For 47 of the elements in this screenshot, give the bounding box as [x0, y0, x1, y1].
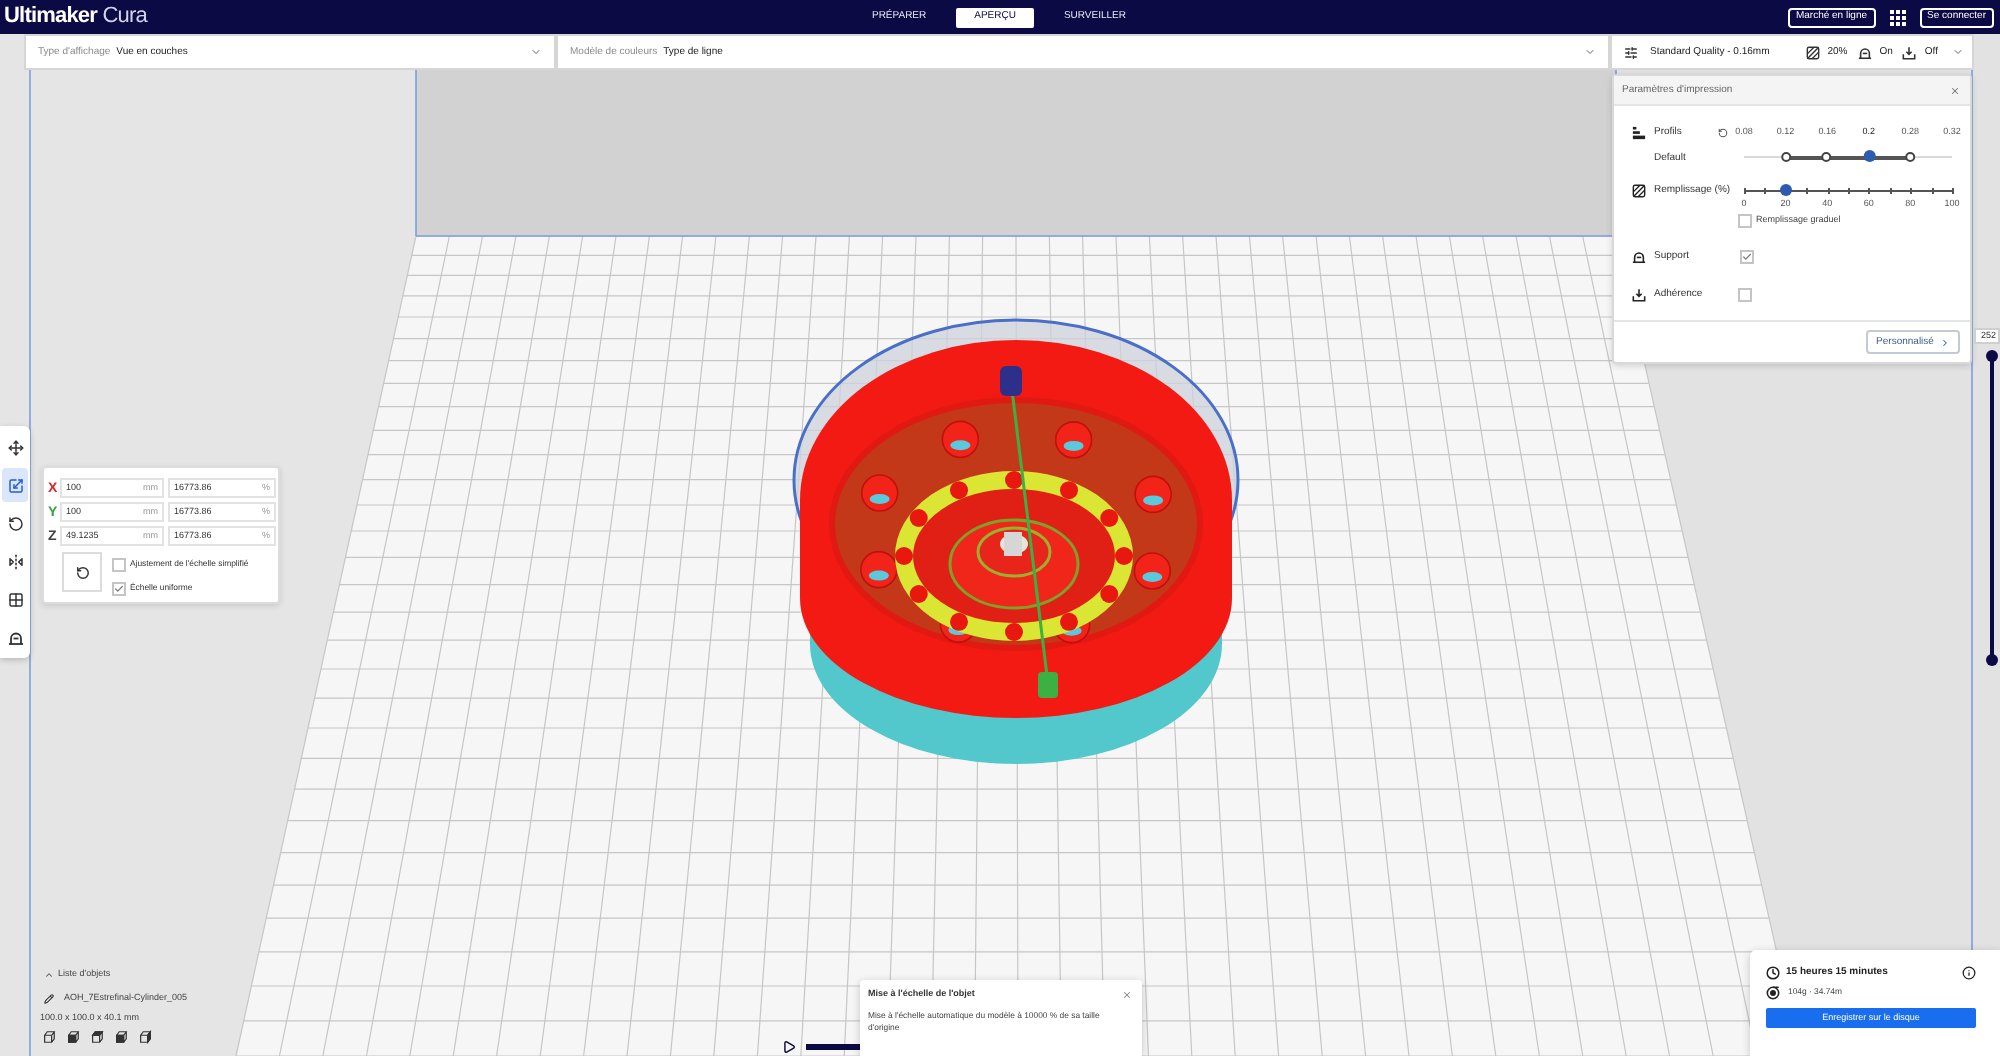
checkbox[interactable]: [1740, 249, 1754, 263]
spool-icon: [1766, 986, 1780, 1000]
app-logo: Ultimaker Cura: [4, 6, 147, 28]
reset-icon[interactable]: [1718, 127, 1728, 137]
move-arrows-icon: [7, 439, 23, 455]
scale-icon: [7, 477, 23, 493]
cube-top-face-icon[interactable]: [90, 1030, 104, 1044]
play-icon[interactable]: [782, 1040, 796, 1054]
clock-icon: [1766, 965, 1780, 979]
mirror-icon: [7, 553, 23, 569]
simulation-slider-track[interactable]: [806, 1044, 860, 1050]
chevron-up-icon[interactable]: [44, 969, 54, 979]
infill-slider-track[interactable]: [1744, 182, 1952, 198]
reset-icon: [75, 565, 89, 579]
grid-icon: [7, 591, 23, 607]
hatched-square-icon: [1632, 183, 1646, 197]
chevron-down-icon: [1584, 46, 1596, 58]
slider-thumb[interactable]: [1779, 184, 1792, 196]
checkbox[interactable]: [112, 558, 126, 572]
checkbox[interactable]: [112, 582, 126, 596]
check-icon: [1742, 251, 1752, 261]
hatched-square-icon: [1805, 45, 1820, 59]
layer-slider-track[interactable]: [1986, 350, 1998, 666]
tray-arrow-icon: [1902, 45, 1917, 59]
rotate-icon: [7, 515, 23, 531]
info-icon[interactable]: [1962, 965, 1976, 979]
chevron-down-icon: [530, 46, 542, 58]
apps-grid-icon[interactable]: [1889, 9, 1906, 25]
bars-icon: [1632, 125, 1646, 139]
cube-right-face-icon[interactable]: [138, 1030, 152, 1044]
reset-button[interactable]: [62, 552, 102, 592]
dome-icon: [7, 629, 23, 645]
dome-icon: [1632, 249, 1646, 263]
cube-front-face-icon[interactable]: [66, 1030, 80, 1044]
cube-icon[interactable]: [42, 1030, 56, 1044]
close-icon[interactable]: [1122, 989, 1132, 999]
check-icon: [114, 584, 124, 594]
close-icon[interactable]: [1950, 85, 1960, 95]
checkbox[interactable]: [1738, 287, 1752, 301]
chevron-down-icon: [1952, 46, 1964, 58]
tray-arrow-icon: [1632, 287, 1646, 301]
pencil-icon[interactable]: [44, 994, 54, 1004]
sliders-icon: [1624, 45, 1638, 59]
dome-icon: [1857, 45, 1872, 59]
checkbox[interactable]: [1738, 214, 1752, 228]
cube-left-face-icon[interactable]: [114, 1030, 128, 1044]
chevron-right-icon: [1939, 337, 1950, 347]
